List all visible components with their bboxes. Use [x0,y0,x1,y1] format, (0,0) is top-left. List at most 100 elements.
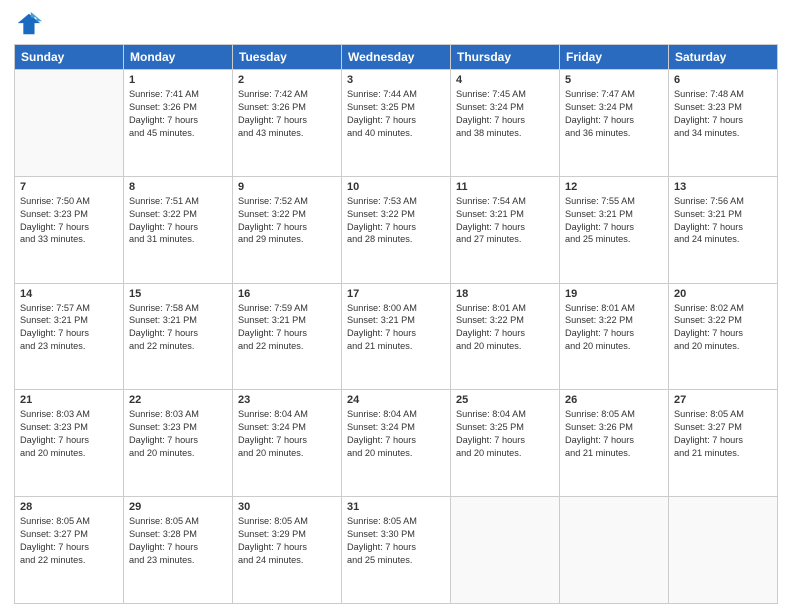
calendar-week-row: 7 Sunrise: 7:50 AM Sunset: 3:23 PM Daylig… [15,176,778,283]
day-number: 11 [456,181,554,193]
day-number: 31 [347,501,445,513]
weekday-header-row: SundayMondayTuesdayWednesdayThursdayFrid… [15,45,778,70]
cell-info: Sunrise: 8:02 AM Sunset: 3:22 PM Dayligh… [674,302,772,354]
calendar-cell: 23 Sunrise: 8:04 AM Sunset: 3:24 PM Dayli… [233,390,342,497]
day-number: 7 [20,181,118,193]
day-number: 24 [347,394,445,406]
calendar-cell: 31 Sunrise: 8:05 AM Sunset: 3:30 PM Dayli… [342,497,451,604]
calendar-cell: 4 Sunrise: 7:45 AM Sunset: 3:24 PM Daylig… [451,70,560,177]
calendar-cell: 20 Sunrise: 8:02 AM Sunset: 3:22 PM Dayli… [669,283,778,390]
calendar-cell: 16 Sunrise: 7:59 AM Sunset: 3:21 PM Dayli… [233,283,342,390]
day-number: 13 [674,181,772,193]
calendar-cell: 9Sunrise: 7:52 AM Sunset: 3:22 PM Daylig… [233,176,342,283]
day-number: 23 [238,394,336,406]
cell-info: Sunrise: 8:04 AM Sunset: 3:25 PM Dayligh… [456,408,554,460]
cell-info: Sunrise: 8:05 AM Sunset: 3:27 PM Dayligh… [20,515,118,567]
day-number: 29 [129,501,227,513]
day-number: 25 [456,394,554,406]
day-number: 12 [565,181,663,193]
weekday-header-saturday: Saturday [669,45,778,70]
calendar-cell: 5Sunrise: 7:47 AM Sunset: 3:24 PM Daylig… [560,70,669,177]
cell-info: Sunrise: 7:50 AM Sunset: 3:23 PM Dayligh… [20,195,118,247]
calendar-cell: 19 Sunrise: 8:01 AM Sunset: 3:22 PM Dayli… [560,283,669,390]
day-number: 17 [347,288,445,300]
calendar-cell: 10 Sunrise: 7:53 AM Sunset: 3:22 PM Dayli… [342,176,451,283]
day-number: 2 [238,74,336,86]
header [14,10,778,38]
calendar-week-row: 14 Sunrise: 7:57 AM Sunset: 3:21 PM Dayli… [15,283,778,390]
cell-info: Sunrise: 7:48 AM Sunset: 3:23 PM Dayligh… [674,88,772,140]
cell-info: Sunrise: 8:04 AM Sunset: 3:24 PM Dayligh… [238,408,336,460]
cell-info: Sunrise: 7:58 AM Sunset: 3:21 PM Dayligh… [129,302,227,354]
calendar-cell: 28 Sunrise: 8:05 AM Sunset: 3:27 PM Dayli… [15,497,124,604]
calendar-cell: 8 Sunrise: 7:51 AM Sunset: 3:22 PM Daylig… [124,176,233,283]
calendar-cell: 1Sunrise: 7:41 AM Sunset: 3:26 PM Daylig… [124,70,233,177]
day-number: 19 [565,288,663,300]
calendar-cell: 18 Sunrise: 8:01 AM Sunset: 3:22 PM Dayli… [451,283,560,390]
day-number: 30 [238,501,336,513]
cell-info: Sunrise: 8:05 AM Sunset: 3:29 PM Dayligh… [238,515,336,567]
cell-info: Sunrise: 7:53 AM Sunset: 3:22 PM Dayligh… [347,195,445,247]
calendar-cell: 3 Sunrise: 7:44 AM Sunset: 3:25 PM Daylig… [342,70,451,177]
day-number: 22 [129,394,227,406]
day-number: 26 [565,394,663,406]
cell-info: Sunrise: 8:01 AM Sunset: 3:22 PM Dayligh… [565,302,663,354]
calendar-cell: 27 Sunrise: 8:05 AM Sunset: 3:27 PM Dayli… [669,390,778,497]
calendar-cell: 15 Sunrise: 7:58 AM Sunset: 3:21 PM Dayli… [124,283,233,390]
day-number: 21 [20,394,118,406]
weekday-header-wednesday: Wednesday [342,45,451,70]
day-number: 4 [456,74,554,86]
cell-info: Sunrise: 8:05 AM Sunset: 3:26 PM Dayligh… [565,408,663,460]
calendar-cell: 25 Sunrise: 8:04 AM Sunset: 3:25 PM Dayli… [451,390,560,497]
cell-info: Sunrise: 7:55 AM Sunset: 3:21 PM Dayligh… [565,195,663,247]
weekday-header-monday: Monday [124,45,233,70]
day-number: 16 [238,288,336,300]
calendar-cell [15,70,124,177]
calendar-week-row: 28 Sunrise: 8:05 AM Sunset: 3:27 PM Dayli… [15,497,778,604]
day-number: 28 [20,501,118,513]
cell-info: Sunrise: 7:45 AM Sunset: 3:24 PM Dayligh… [456,88,554,140]
day-number: 3 [347,74,445,86]
day-number: 27 [674,394,772,406]
calendar-cell: 14 Sunrise: 7:57 AM Sunset: 3:21 PM Dayli… [15,283,124,390]
calendar-cell: 22Sunrise: 8:03 AM Sunset: 3:23 PM Dayli… [124,390,233,497]
weekday-header-friday: Friday [560,45,669,70]
calendar-cell: 17Sunrise: 8:00 AM Sunset: 3:21 PM Dayli… [342,283,451,390]
day-number: 14 [20,288,118,300]
calendar-cell: 13 Sunrise: 7:56 AM Sunset: 3:21 PM Dayli… [669,176,778,283]
cell-info: Sunrise: 8:03 AM Sunset: 3:23 PM Dayligh… [20,408,118,460]
calendar-cell: 29Sunrise: 8:05 AM Sunset: 3:28 PM Dayli… [124,497,233,604]
weekday-header-thursday: Thursday [451,45,560,70]
calendar-cell [451,497,560,604]
calendar-cell: 6 Sunrise: 7:48 AM Sunset: 3:23 PM Daylig… [669,70,778,177]
calendar-cell: 2Sunrise: 7:42 AM Sunset: 3:26 PM Daylig… [233,70,342,177]
calendar-table: SundayMondayTuesdayWednesdayThursdayFrid… [14,44,778,604]
cell-info: Sunrise: 8:05 AM Sunset: 3:27 PM Dayligh… [674,408,772,460]
calendar-cell: 24Sunrise: 8:04 AM Sunset: 3:24 PM Dayli… [342,390,451,497]
day-number: 8 [129,181,227,193]
cell-info: Sunrise: 7:47 AM Sunset: 3:24 PM Dayligh… [565,88,663,140]
day-number: 18 [456,288,554,300]
cell-info: Sunrise: 7:56 AM Sunset: 3:21 PM Dayligh… [674,195,772,247]
day-number: 20 [674,288,772,300]
day-number: 9 [238,181,336,193]
calendar-cell: 7 Sunrise: 7:50 AM Sunset: 3:23 PM Daylig… [15,176,124,283]
weekday-header-tuesday: Tuesday [233,45,342,70]
weekday-header-sunday: Sunday [15,45,124,70]
logo-icon [14,10,42,38]
cell-info: Sunrise: 7:54 AM Sunset: 3:21 PM Dayligh… [456,195,554,247]
day-number: 1 [129,74,227,86]
cell-info: Sunrise: 8:05 AM Sunset: 3:30 PM Dayligh… [347,515,445,567]
cell-info: Sunrise: 7:59 AM Sunset: 3:21 PM Dayligh… [238,302,336,354]
cell-info: Sunrise: 7:51 AM Sunset: 3:22 PM Dayligh… [129,195,227,247]
calendar-cell [560,497,669,604]
day-number: 10 [347,181,445,193]
calendar-cell: 12 Sunrise: 7:55 AM Sunset: 3:21 PM Dayli… [560,176,669,283]
day-number: 6 [674,74,772,86]
cell-info: Sunrise: 7:44 AM Sunset: 3:25 PM Dayligh… [347,88,445,140]
page-container: SundayMondayTuesdayWednesdayThursdayFrid… [0,0,792,612]
cell-info: Sunrise: 7:57 AM Sunset: 3:21 PM Dayligh… [20,302,118,354]
calendar-cell [669,497,778,604]
cell-info: Sunrise: 8:01 AM Sunset: 3:22 PM Dayligh… [456,302,554,354]
day-number: 15 [129,288,227,300]
